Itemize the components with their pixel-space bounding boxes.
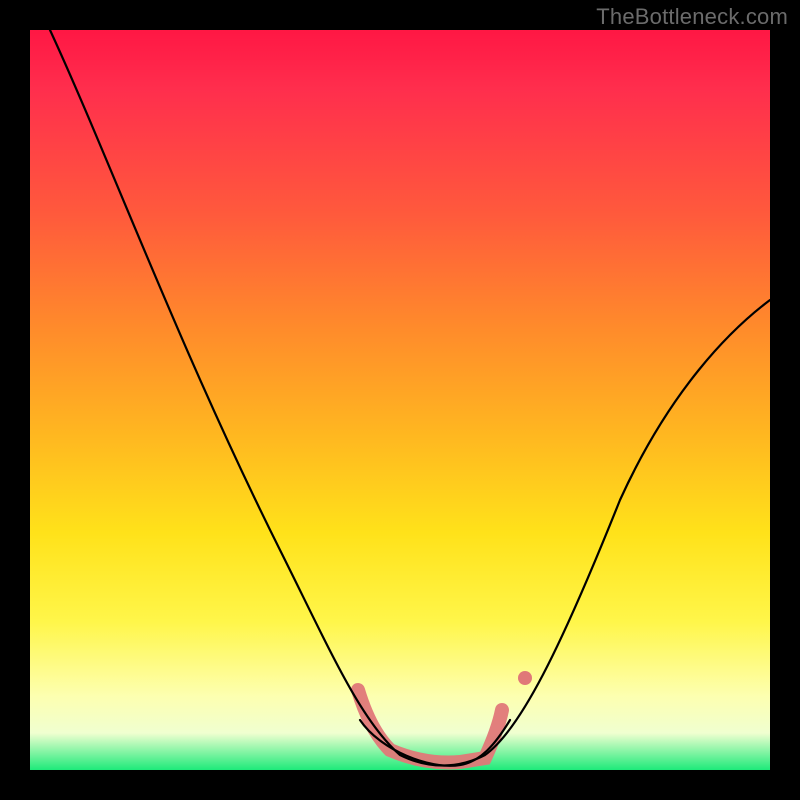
bottleneck-curve-svg bbox=[30, 30, 770, 770]
valley-highlight bbox=[358, 690, 502, 763]
chart-frame: TheBottleneck.com bbox=[0, 0, 800, 800]
watermark-text: TheBottleneck.com bbox=[596, 4, 788, 30]
bottleneck-curve-line bbox=[50, 30, 770, 766]
plot-area bbox=[30, 30, 770, 770]
valley-highlight-dot bbox=[518, 671, 532, 685]
